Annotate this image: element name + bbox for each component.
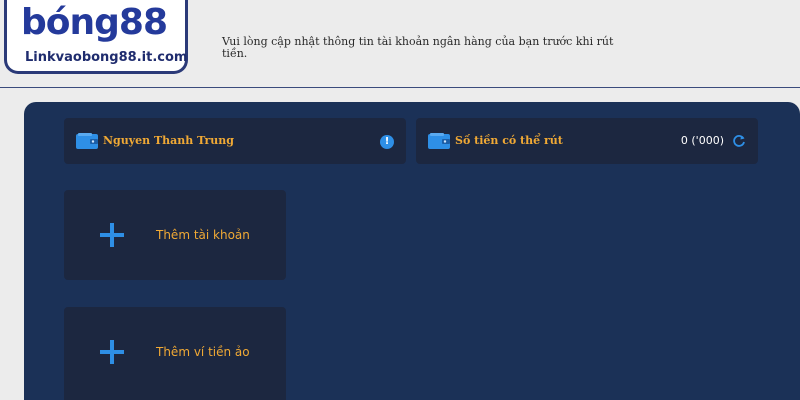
plus-icon: [100, 223, 124, 251]
bank-update-notice: Vui lòng cập nhật thông tin tài khoản ng…: [222, 35, 614, 60]
add-bank-account-button[interactable]: Thêm tài khoản: [64, 190, 286, 280]
brand-logo[interactable]: bóng88 Linkvaobong88.it.com: [4, 0, 188, 74]
add-crypto-wallet-button[interactable]: Thêm ví tiền ảo: [64, 307, 286, 400]
wallet-icon: [76, 133, 98, 153]
wallet-icon: [428, 133, 450, 153]
refresh-icon[interactable]: [732, 133, 746, 152]
withdraw-panel: Nguyen Thanh Trung ! Số tiền có thể rút …: [24, 102, 800, 400]
withdrawable-balance-card: Số tiền có thể rút 0 ('000): [416, 118, 758, 164]
info-icon[interactable]: !: [380, 135, 394, 149]
plus-icon: [100, 340, 124, 368]
logo-site-url: Linkvaobong88.it.com: [25, 50, 188, 65]
account-holder-name: Nguyen Thanh Trung: [103, 134, 234, 147]
account-holder-card: Nguyen Thanh Trung !: [64, 118, 406, 164]
add-crypto-wallet-label: Thêm ví tiền ảo: [156, 345, 250, 359]
withdrawable-label: Số tiền có thể rút: [455, 134, 563, 147]
logo-wordmark: bóng88: [21, 2, 168, 43]
add-bank-account-label: Thêm tài khoản: [156, 228, 250, 242]
balance-value: 0 ('000): [680, 134, 724, 147]
